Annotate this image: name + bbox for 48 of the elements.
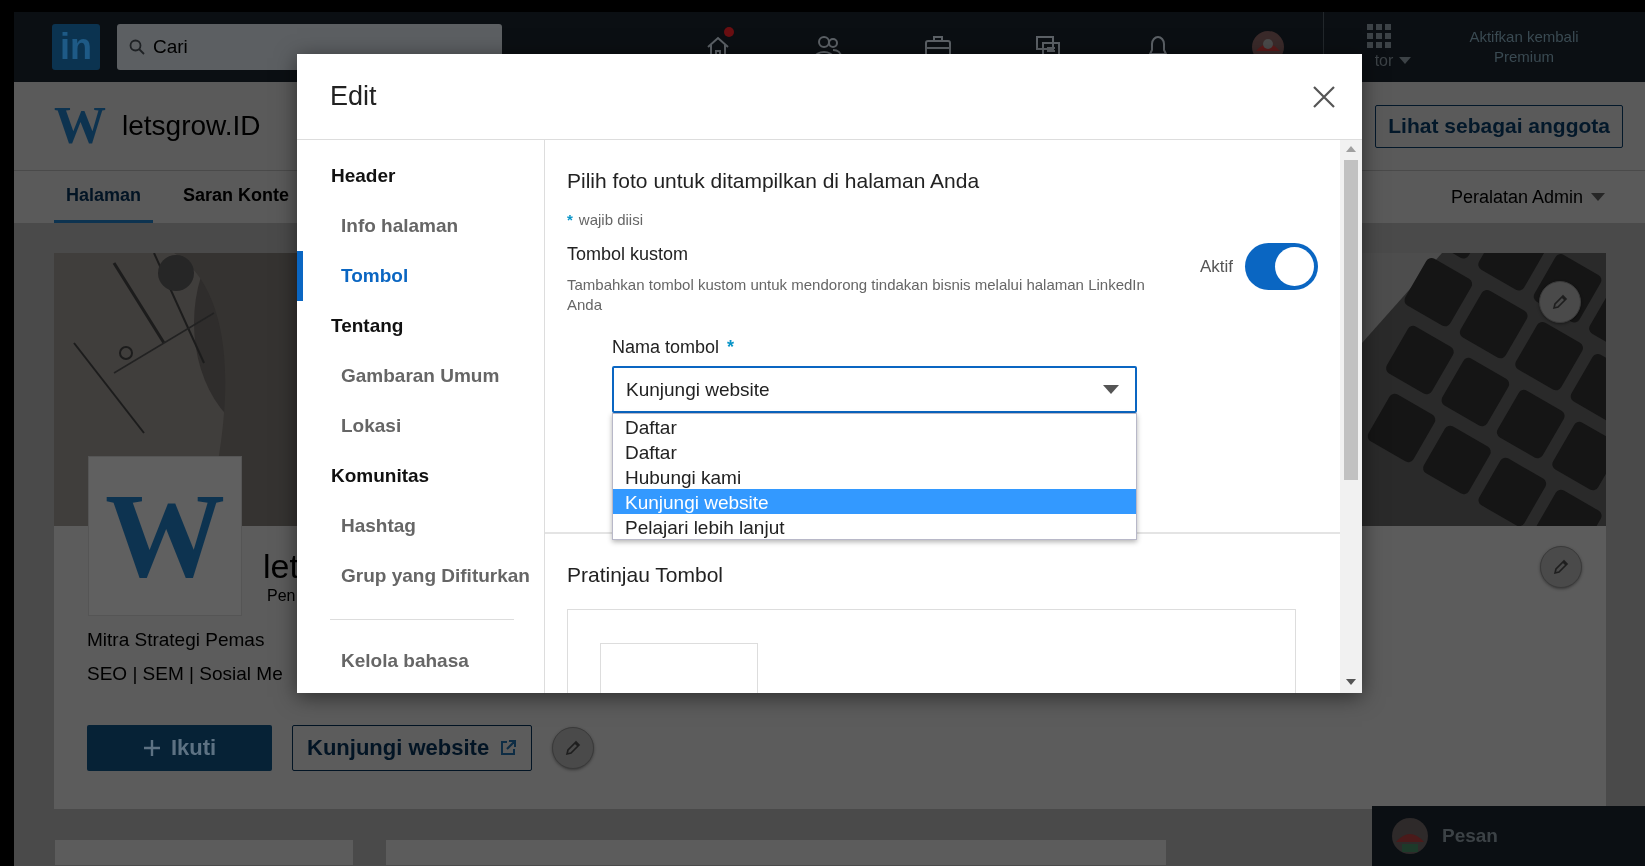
section-title: Pilih foto untuk ditampilkan di halaman Anda bbox=[567, 168, 981, 194]
caret-icon bbox=[1399, 57, 1412, 65]
search-icon bbox=[129, 39, 145, 55]
sidebar-item[interactable]: Hashtag bbox=[297, 501, 544, 551]
sidebar-item[interactable]: Lokasi bbox=[297, 401, 544, 451]
section-title: Pratinjau Tombol bbox=[567, 562, 725, 588]
scroll-down-icon[interactable] bbox=[1346, 679, 1356, 685]
caret-icon bbox=[1103, 385, 1119, 394]
company-logo: W bbox=[54, 100, 106, 152]
button-name-select[interactable]: Kunjungi website bbox=[612, 366, 1137, 413]
setting-description: Tambahkan tombol kustom untuk mendorong tindakan bisnis melalui halaman LinkedIn Anda bbox=[567, 275, 1146, 315]
plus-icon bbox=[142, 739, 161, 757]
required-note: wajib diisi bbox=[578, 210, 644, 230]
sidebar-item[interactable]: Gambaran Umum bbox=[297, 351, 544, 401]
dialog-title: Edit bbox=[330, 81, 377, 112]
caret-icon bbox=[1591, 193, 1605, 201]
dropdown-option[interactable]: Daftar bbox=[613, 439, 1136, 464]
page-name: letsgrow.ID bbox=[122, 110, 261, 142]
follow-button[interactable]: Ikuti bbox=[87, 725, 272, 771]
tagline-text: Mitra Strategi Pemas bbox=[87, 628, 265, 652]
admin-tools-menu[interactable]: Peralatan Admin bbox=[1450, 186, 1605, 208]
grid-icon bbox=[1367, 24, 1391, 48]
sidebar-item[interactable]: Tombol bbox=[297, 251, 544, 301]
dropdown-option[interactable]: Hubungi kami bbox=[613, 464, 1136, 489]
dropdown-option[interactable]: Pelajari lebih lanjut bbox=[613, 514, 1136, 539]
pencil-icon bbox=[1551, 293, 1569, 311]
sidebar-item[interactable]: Grup yang Difiturkan bbox=[297, 551, 544, 601]
scrollbar[interactable] bbox=[1340, 140, 1362, 693]
external-link-icon bbox=[499, 739, 518, 757]
pencil-icon bbox=[564, 739, 583, 757]
dropdown-option[interactable]: Kunjungi website bbox=[613, 489, 1136, 514]
toggle-switch[interactable] bbox=[1245, 243, 1318, 290]
avatar-icon bbox=[1392, 818, 1428, 854]
company-subtitle: Pen bbox=[266, 586, 296, 606]
pencil-icon bbox=[1552, 558, 1570, 576]
tagline-text: SEO | SEM | Sosial Me bbox=[87, 662, 283, 686]
section-heading: Tentang bbox=[330, 314, 405, 338]
sidebar-item[interactable]: Kelola bahasa bbox=[297, 636, 544, 686]
required-mark: * bbox=[727, 336, 735, 358]
company-name: let bbox=[263, 546, 299, 586]
dropdown-option[interactable]: Daftar bbox=[613, 414, 1136, 439]
setting-title: Tombol kustom bbox=[567, 243, 690, 265]
field-label: Nama tombol bbox=[612, 336, 720, 358]
required-mark: * bbox=[567, 210, 573, 230]
company-logo: W bbox=[88, 456, 242, 616]
section-heading: Komunitas bbox=[330, 464, 431, 488]
toggle-label: Aktif bbox=[1199, 256, 1233, 277]
section-heading: Header bbox=[330, 164, 397, 188]
